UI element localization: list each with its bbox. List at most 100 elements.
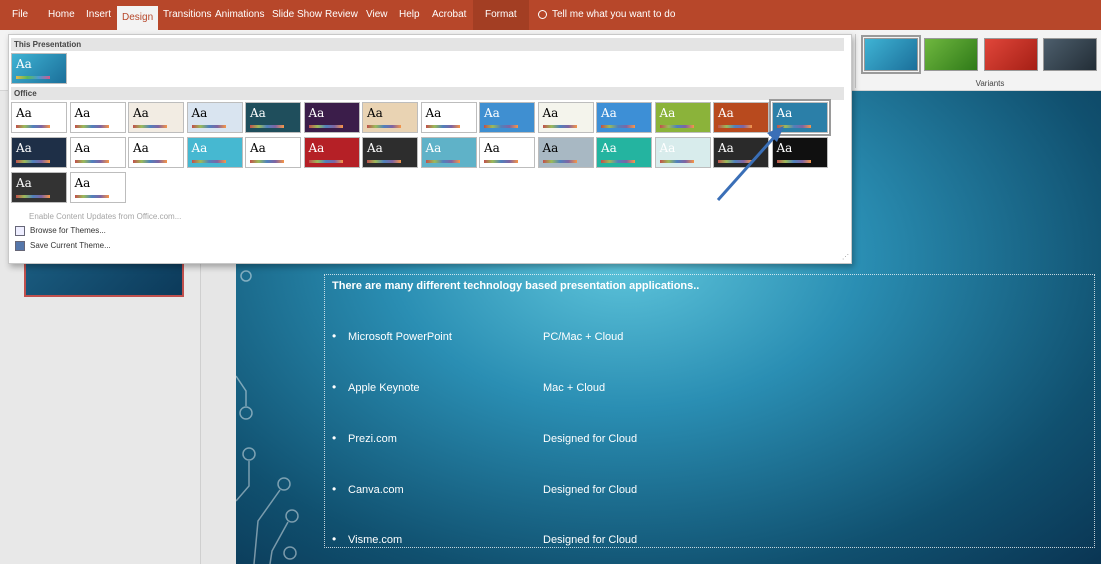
office-theme-item[interactable]: Aa xyxy=(11,172,67,203)
app-platform: Designed for Cloud xyxy=(543,534,638,546)
theme-color-bar xyxy=(74,195,109,198)
office-theme-item[interactable]: Aa xyxy=(768,99,831,136)
office-theme-item[interactable]: Aa xyxy=(362,102,418,133)
office-theme-item[interactable]: Aa xyxy=(11,102,67,133)
tab-file[interactable]: File xyxy=(12,0,28,30)
office-theme-item[interactable]: Aa xyxy=(128,102,184,133)
office-theme-item[interactable]: Aa xyxy=(186,102,243,133)
office-theme-item[interactable]: Aa xyxy=(420,102,477,133)
office-theme-item[interactable]: Aa xyxy=(186,137,243,168)
bullet-icon: • xyxy=(332,532,337,546)
theme-color-bar xyxy=(191,125,226,128)
variants-label: Variants xyxy=(975,79,1005,88)
theme-aa-label: Aa xyxy=(16,176,32,190)
variant-blue[interactable] xyxy=(861,35,921,74)
tab-animations[interactable]: Animations xyxy=(215,0,264,30)
theme-color-bar xyxy=(133,160,167,163)
bullet-icon: • xyxy=(332,380,337,394)
tab-design[interactable]: Design xyxy=(117,6,159,30)
office-theme-item[interactable]: Aa xyxy=(537,102,594,133)
this-presentation-header: This Presentation xyxy=(11,38,844,51)
theme-color-bar xyxy=(367,160,401,163)
office-theme-item[interactable]: Aa xyxy=(596,137,652,168)
bullet-icon: • xyxy=(332,329,337,343)
app-platform: Mac + Cloud xyxy=(543,382,606,394)
theme-color-bar xyxy=(16,160,50,163)
tab-home[interactable]: Home xyxy=(48,0,75,30)
app-platform: PC/Mac + Cloud xyxy=(543,331,624,343)
theme-aa-label: Aa xyxy=(191,106,208,120)
app-name: Prezi.com xyxy=(348,433,397,445)
app-name: Canva.com xyxy=(348,484,404,496)
save-current-theme[interactable]: Save Current Theme... xyxy=(15,239,111,252)
browse-themes-icon xyxy=(15,225,25,236)
save-theme-icon xyxy=(15,240,25,251)
theme-color-bar xyxy=(191,160,226,163)
office-theme-item[interactable]: Aa xyxy=(596,102,652,133)
office-theme-item[interactable]: Aa xyxy=(303,102,360,133)
office-theme-item[interactable]: Aa xyxy=(654,102,711,133)
office-theme-item[interactable]: Aa xyxy=(420,137,477,168)
theme-aa-label: Aa xyxy=(250,141,266,155)
office-theme-item[interactable]: Aa xyxy=(245,137,301,168)
app-platform: Designed for Cloud xyxy=(543,484,638,496)
theme-aa-label: Aa xyxy=(74,106,91,120)
office-theme-item[interactable]: Aa xyxy=(245,102,301,133)
theme-color-bar xyxy=(718,125,752,128)
office-theme-item[interactable]: Aa xyxy=(303,137,360,168)
theme-aa-label: Aa xyxy=(542,141,559,155)
office-theme-item[interactable]: Aa xyxy=(713,102,769,133)
browse-for-themes[interactable]: Browse for Themes... xyxy=(15,224,106,237)
office-theme-item[interactable]: Aa xyxy=(11,137,67,168)
tab-review[interactable]: Review xyxy=(325,0,358,30)
variant-dark[interactable] xyxy=(1043,38,1097,71)
office-theme-item[interactable]: Aa xyxy=(69,137,126,168)
theme-aa-label: Aa xyxy=(16,106,32,120)
office-theme-item[interactable]: Aa xyxy=(771,137,828,168)
theme-aa-label: Aa xyxy=(250,106,266,120)
browse-label: Browse for Themes... xyxy=(30,226,106,235)
theme-color-bar xyxy=(308,160,343,163)
theme-aa-label: Aa xyxy=(659,106,676,120)
tab-acrobat[interactable]: Acrobat xyxy=(432,0,466,30)
app-name: Microsoft PowerPoint xyxy=(348,331,452,343)
variant-green[interactable] xyxy=(924,38,978,71)
theme-aa-label: Aa xyxy=(601,106,617,120)
theme-aa-label: Aa xyxy=(308,106,325,120)
tell-me-search[interactable]: Tell me what you want to do xyxy=(538,0,675,30)
save-label: Save Current Theme... xyxy=(30,241,111,250)
content-textbox[interactable] xyxy=(324,274,1095,548)
tab-help[interactable]: Help xyxy=(399,0,420,30)
tab-view[interactable]: View xyxy=(366,0,388,30)
office-theme-item[interactable]: Aa xyxy=(479,102,535,133)
office-theme-item[interactable]: Aa xyxy=(69,172,126,203)
variant-red[interactable] xyxy=(984,38,1038,71)
ribbon-tab-bar: File Home Insert Design Transitions Anim… xyxy=(0,0,1101,30)
bullet-icon: • xyxy=(332,482,337,496)
theme-aa-label: Aa xyxy=(16,57,32,71)
office-theme-item[interactable]: Aa xyxy=(69,102,126,133)
theme-aa-label: Aa xyxy=(718,106,734,120)
lightbulb-icon xyxy=(538,9,547,19)
ribbon-separator xyxy=(855,34,856,88)
office-theme-item[interactable]: Aa xyxy=(713,137,769,168)
theme-aa-label: Aa xyxy=(367,141,383,155)
office-theme-item[interactable]: Aa xyxy=(654,137,711,168)
office-theme-item[interactable]: Aa xyxy=(537,137,594,168)
office-theme-item[interactable]: Aa xyxy=(362,137,418,168)
office-theme-item[interactable]: Aa xyxy=(128,137,184,168)
resize-grip-icon[interactable]: ⋰ xyxy=(842,253,849,261)
theme-current[interactable]: Aa xyxy=(11,53,67,84)
bullet-icon: • xyxy=(332,431,337,445)
enable-content-updates: Enable Content Updates from Office.com..… xyxy=(29,212,182,221)
theme-color-bar xyxy=(74,160,109,163)
theme-color-bar xyxy=(659,125,694,128)
tab-slide-show[interactable]: Slide Show xyxy=(272,0,322,30)
office-theme-item[interactable]: Aa xyxy=(479,137,535,168)
theme-aa-label: Aa xyxy=(776,106,793,120)
tab-transitions[interactable]: Transitions xyxy=(163,0,212,30)
tab-format[interactable]: Format xyxy=(473,0,529,30)
tab-insert[interactable]: Insert xyxy=(86,0,111,30)
theme-color-bar xyxy=(16,195,50,198)
theme-aa-label: Aa xyxy=(776,141,793,155)
